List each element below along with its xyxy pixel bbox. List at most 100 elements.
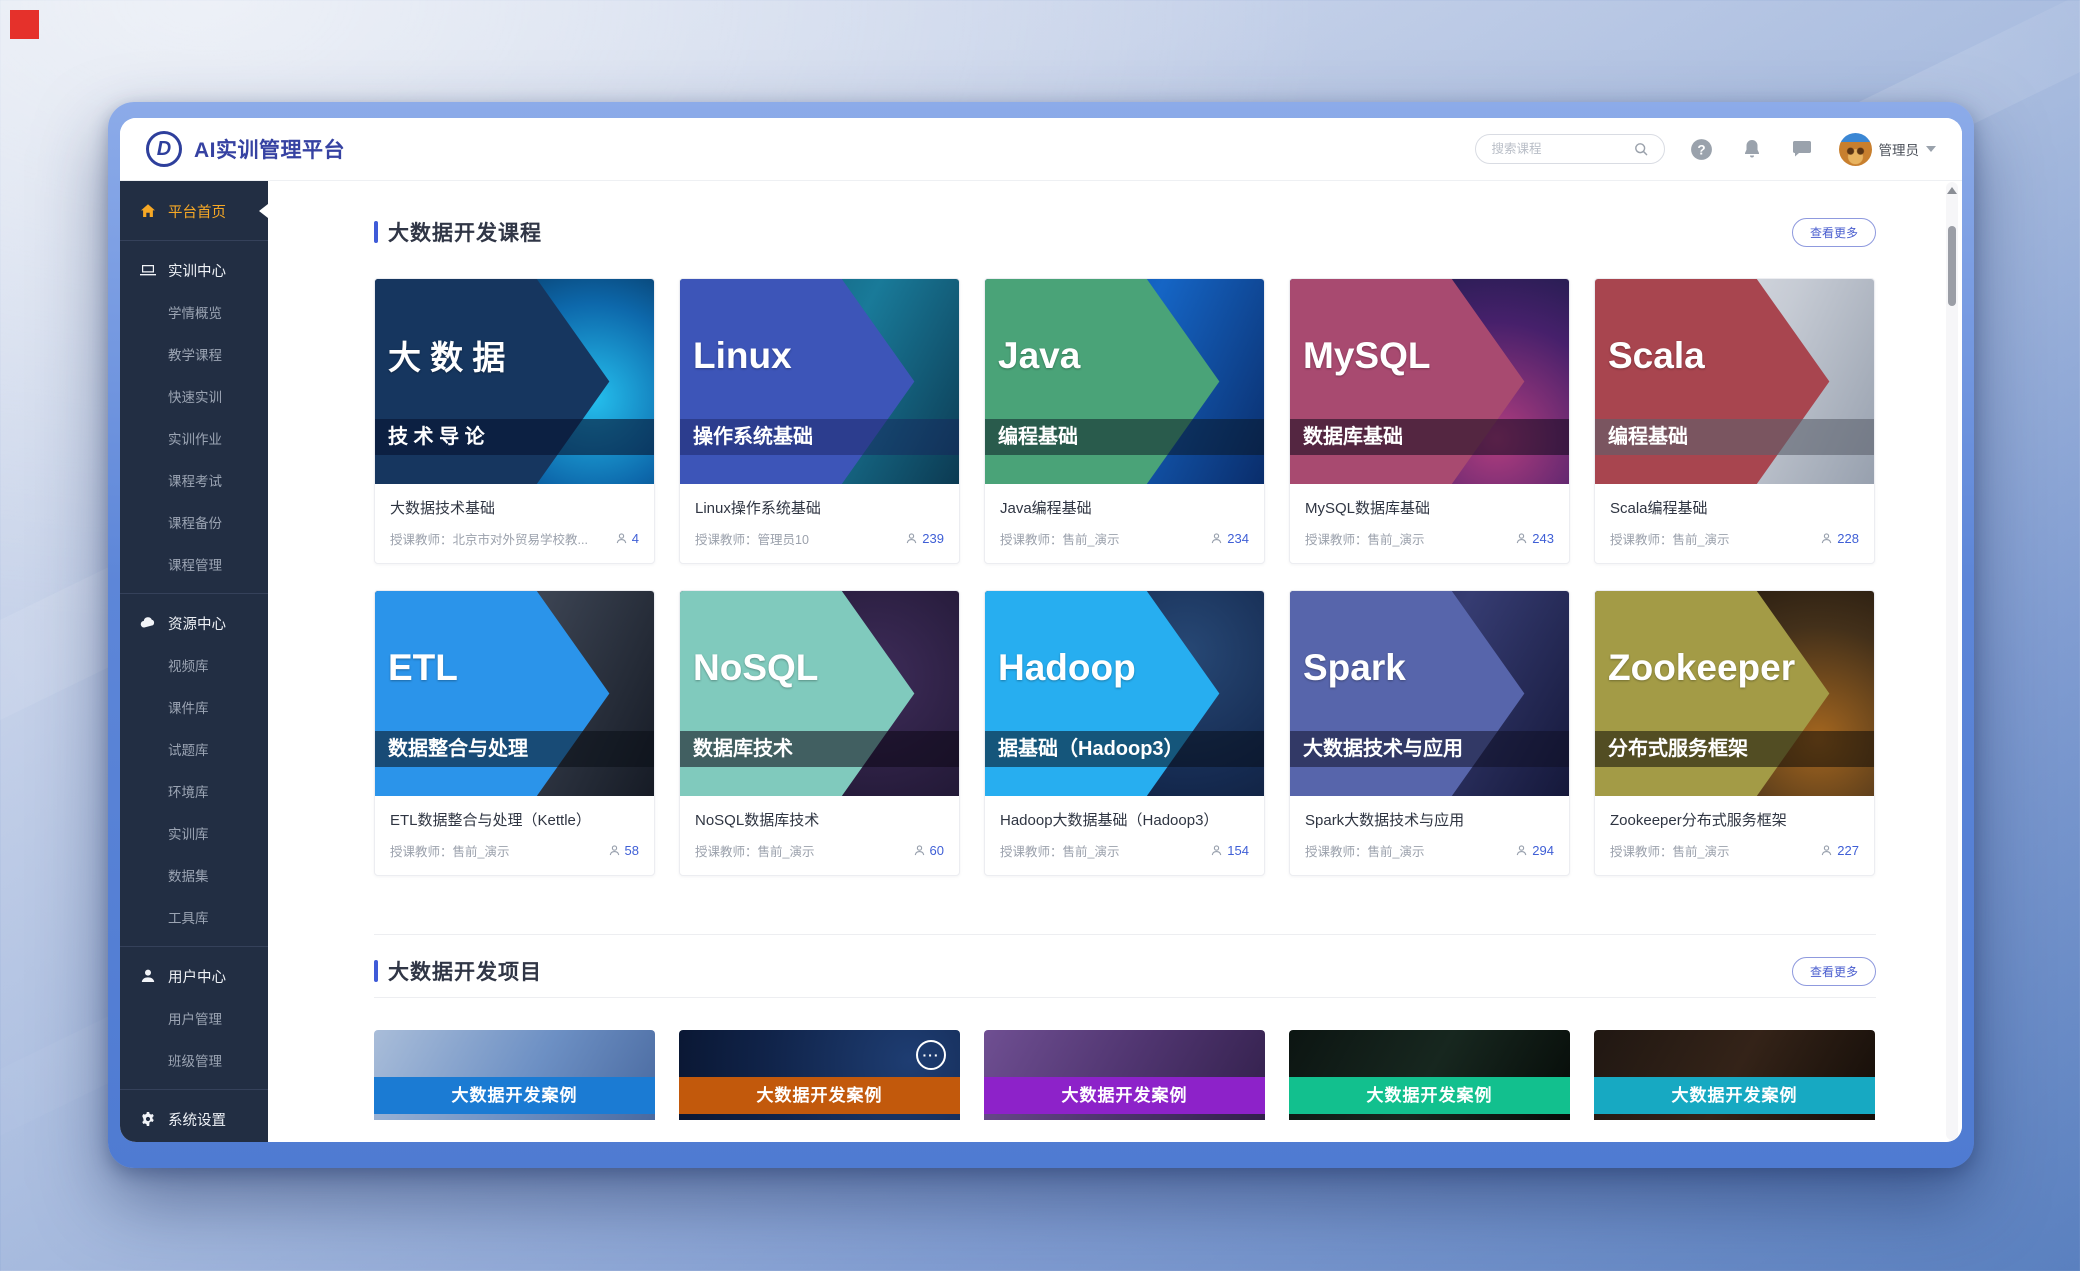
sidebar-subitem[interactable]: 学情概览 — [120, 291, 268, 333]
course-card[interactable]: 数据库技术 NoSQL NoSQL数据库技术 授课教师：售前_演示 60 — [679, 590, 960, 876]
scrollbar[interactable] — [1946, 182, 1958, 1140]
help-icon[interactable]: ? — [1689, 136, 1715, 162]
project-card[interactable]: 大数据开发案例 ··· — [679, 1030, 960, 1120]
course-cover: 数据库基础 MySQL — [1290, 279, 1569, 484]
person-icon — [905, 532, 918, 545]
person-icon — [913, 844, 926, 857]
sidebar-item-label: 用户中心 — [168, 966, 226, 987]
sidebar-subitem[interactable]: 数据集 — [120, 854, 268, 896]
person-icon — [1210, 844, 1223, 857]
avatar — [1839, 133, 1872, 166]
bell-icon[interactable] — [1739, 136, 1765, 162]
sidebar-subitem[interactable]: 课程考试 — [120, 459, 268, 501]
sidebar-item[interactable]: 用户中心 — [120, 955, 268, 997]
sidebar: 平台首页实训中心学情概览教学课程快速实训实训作业课程考试课程备份课程管理资源中心… — [120, 180, 268, 1142]
course-cover: 分布式服务框架 Zookeeper — [1595, 591, 1874, 796]
course-card[interactable]: 大数据技术与应用 Spark Spark大数据技术与应用 授课教师：售前_演示 … — [1289, 590, 1570, 876]
project-row: 大数据开发案例 大数据开发案例 ··· 大数据开发案例 大数据开发案例 大数据开… — [374, 1030, 1876, 1120]
chevron-down-icon — [1926, 146, 1936, 152]
section-title: 大数据开发项目 — [388, 956, 542, 986]
student-count: 60 — [930, 843, 944, 858]
sidebar-subitem[interactable]: 班级管理 — [120, 1039, 268, 1081]
cover-title: NoSQL — [693, 649, 818, 686]
course-card[interactable]: 操作系统基础 Linux Linux操作系统基础 授课教师：管理员10 239 — [679, 278, 960, 564]
scroll-up-arrow[interactable] — [1947, 187, 1957, 194]
cover-title: Hadoop — [998, 649, 1136, 686]
course-teacher: 授课教师：售前_演示 — [1000, 529, 1204, 548]
cover-subtitle: 操作系统基础 — [680, 419, 959, 455]
course-cover: 操作系统基础 Linux — [680, 279, 959, 484]
person-icon — [615, 532, 628, 545]
sidebar-subitem[interactable]: 实训库 — [120, 812, 268, 854]
sidebar-subitem[interactable]: 视频库 — [120, 644, 268, 686]
user-menu[interactable]: 管理员 — [1839, 133, 1937, 166]
home-icon — [140, 203, 157, 220]
sidebar-item[interactable]: 实训中心 — [120, 249, 268, 291]
view-more-button[interactable]: 查看更多 — [1792, 218, 1876, 247]
student-count: 243 — [1532, 531, 1554, 546]
project-card[interactable]: 大数据开发案例 — [1594, 1030, 1875, 1120]
course-card[interactable]: 数据整合与处理 ETL ETL数据整合与处理（Kettle） 授课教师：售前_演… — [374, 590, 655, 876]
section-divider — [374, 934, 1876, 935]
project-card[interactable]: 大数据开发案例 — [1289, 1030, 1570, 1120]
course-teacher: 授课教师：北京市对外贸易学校教... — [390, 529, 609, 548]
sidebar-subitem[interactable]: 试题库 — [120, 728, 268, 770]
sidebar-subitem[interactable]: 课件库 — [120, 686, 268, 728]
course-teacher: 授课教师：管理员10 — [695, 529, 899, 548]
cover-subtitle: 技 术 导 论 — [375, 419, 654, 455]
person-icon — [1820, 844, 1833, 857]
course-card[interactable]: 分布式服务框架 Zookeeper Zookeeper分布式服务框架 授课教师：… — [1594, 590, 1875, 876]
course-card[interactable]: 技 术 导 论 大 数 据 大数据技术基础 授课教师：北京市对外贸易学校教...… — [374, 278, 655, 564]
sidebar-item[interactable]: 系统设置 — [120, 1098, 268, 1140]
person-icon — [1210, 532, 1223, 545]
cover-subtitle: 分布式服务框架 — [1595, 731, 1874, 767]
sidebar-divider — [120, 240, 268, 241]
project-card[interactable]: 大数据开发案例 — [984, 1030, 1265, 1120]
cover-subtitle: 大数据技术与应用 — [1290, 731, 1569, 767]
course-card[interactable]: 据基础（Hadoop3） Hadoop Hadoop大数据基础（Hadoop3）… — [984, 590, 1265, 876]
student-count: 58 — [625, 843, 639, 858]
search-icon[interactable] — [1628, 136, 1654, 162]
section-header-projects: 大数据开发项目 查看更多 — [374, 951, 1876, 991]
course-title: Linux操作系统基础 — [695, 497, 944, 518]
section-title: 大数据开发课程 — [388, 217, 542, 247]
section-divider — [374, 997, 1876, 998]
sidebar-subitem[interactable]: 课程备份 — [120, 501, 268, 543]
course-cover: 据基础（Hadoop3） Hadoop — [985, 591, 1264, 796]
project-banner-label: 大数据开发案例 — [374, 1077, 655, 1114]
course-card[interactable]: 编程基础 Scala Scala编程基础 授课教师：售前_演示 228 — [1594, 278, 1875, 564]
project-card[interactable]: 大数据开发案例 — [374, 1030, 655, 1120]
search-input[interactable] — [1490, 141, 1628, 157]
user-icon — [140, 968, 157, 985]
course-row: 数据整合与处理 ETL ETL数据整合与处理（Kettle） 授课教师：售前_演… — [374, 590, 1876, 876]
scrollbar-thumb[interactable] — [1948, 226, 1956, 306]
course-card[interactable]: 数据库基础 MySQL MySQL数据库基础 授课教师：售前_演示 243 — [1289, 278, 1570, 564]
sidebar-item-label: 实训中心 — [168, 260, 226, 281]
sidebar-subitem[interactable]: 课程管理 — [120, 543, 268, 585]
search-box — [1475, 134, 1665, 164]
sidebar-subitem[interactable]: 实训作业 — [120, 417, 268, 459]
sidebar-item[interactable]: 平台首页 — [120, 190, 268, 232]
cover-subtitle: 数据库技术 — [680, 731, 959, 767]
chat-icon[interactable] — [1789, 136, 1815, 162]
person-icon — [608, 844, 621, 857]
course-title: Zookeeper分布式服务框架 — [1610, 809, 1859, 830]
sidebar-item-label: 系统设置 — [168, 1109, 226, 1130]
sidebar-item-label: 资源中心 — [168, 613, 226, 634]
project-banner-label: 大数据开发案例 — [1289, 1077, 1570, 1114]
sidebar-subitem[interactable]: 环境库 — [120, 770, 268, 812]
sidebar-subitem[interactable]: 快速实训 — [120, 375, 268, 417]
course-cover: 数据整合与处理 ETL — [375, 591, 654, 796]
sidebar-subitem[interactable]: 工具库 — [120, 896, 268, 938]
section-header-courses: 大数据开发课程 查看更多 — [374, 212, 1876, 252]
cover-title: 大 数 据 — [388, 341, 505, 374]
course-teacher: 授课教师：售前_演示 — [1610, 529, 1814, 548]
course-card[interactable]: 编程基础 Java Java编程基础 授课教师：售前_演示 234 — [984, 278, 1265, 564]
course-cover: 编程基础 Java — [985, 279, 1264, 484]
cover-title: Java — [998, 337, 1080, 374]
sidebar-subitem[interactable]: 用户管理 — [120, 997, 268, 1039]
sidebar-subitem[interactable]: 教学课程 — [120, 333, 268, 375]
course-title: Spark大数据技术与应用 — [1305, 809, 1554, 830]
sidebar-item[interactable]: 资源中心 — [120, 602, 268, 644]
view-more-button[interactable]: 查看更多 — [1792, 957, 1876, 986]
